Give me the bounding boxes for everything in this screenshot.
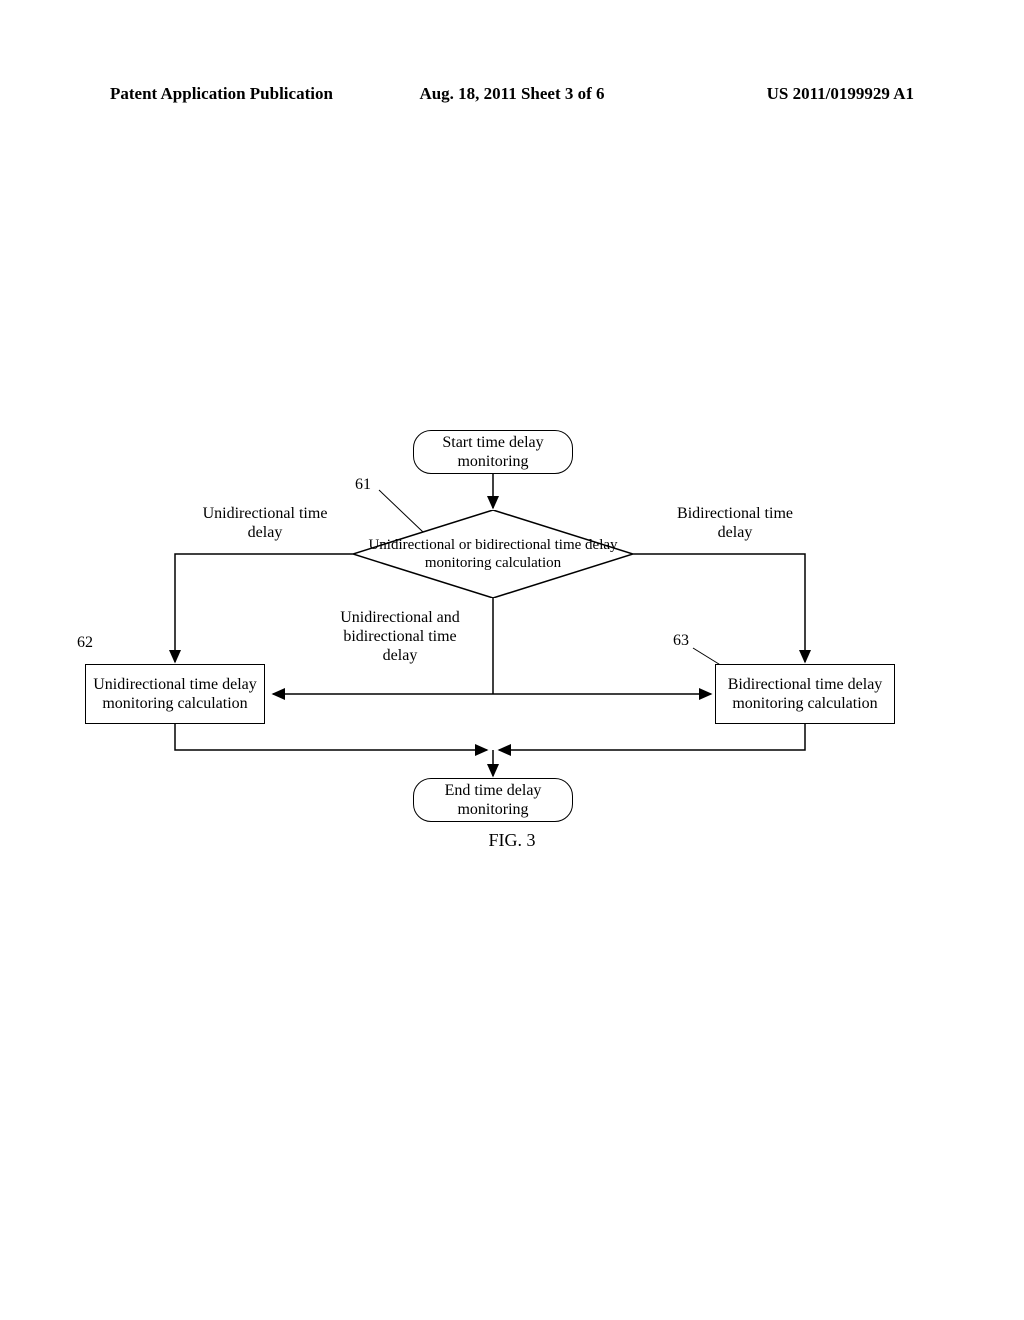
process-right-text: Bidirectional time delay monitoring calc… [722,675,888,713]
header-right: US 2011/0199929 A1 [646,84,914,104]
decision-text: Unidirectional or bidirectional time del… [367,536,619,572]
ref-num-63: 63 [673,631,689,650]
decision-node: Unidirectional or bidirectional time del… [353,510,633,598]
figure-caption: FIG. 3 [0,830,1024,851]
end-text: End time delay monitoring [422,781,564,819]
branch-label-left: Unidirectional time delay [195,504,335,542]
page-header: Patent Application Publication Aug. 18, … [110,84,914,104]
flowchart-diagram: Start time delay monitoring Unidirection… [125,430,905,850]
ref-num-62: 62 [77,633,93,652]
process-right: Bidirectional time delay monitoring calc… [715,664,895,724]
header-center: Aug. 18, 2011 Sheet 3 of 6 [378,84,646,104]
header-left: Patent Application Publication [110,84,378,104]
branch-label-right: Bidirectional time delay [665,504,805,542]
ref-num-61: 61 [355,475,371,494]
end-terminator: End time delay monitoring [413,778,573,822]
branch-label-middle: Unidirectional and bidirectional time de… [325,608,475,666]
start-terminator: Start time delay monitoring [413,430,573,474]
process-left: Unidirectional time delay monitoring cal… [85,664,265,724]
start-text: Start time delay monitoring [422,433,564,471]
process-left-text: Unidirectional time delay monitoring cal… [92,675,258,713]
